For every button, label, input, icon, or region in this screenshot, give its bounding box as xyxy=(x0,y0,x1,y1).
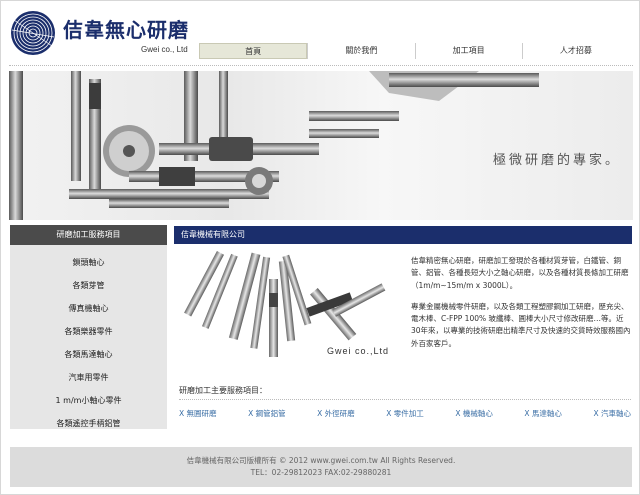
brand-subtitle: Gwei co., Ltd xyxy=(141,45,188,54)
sidebar-item-tubes[interactable]: 各類芽管 xyxy=(10,274,167,297)
footer-copyright: 佶韋機械有限公司版權所有 © 2012 www.gwei.com.tw All … xyxy=(186,456,456,465)
sidebar-item-remote-tubes[interactable]: 各類遙控手柄鋁管 xyxy=(10,412,167,435)
sidebar-list: 鎖頭軸心 各類芽管 傳真機軸心 各類樂器零件 各類馬達軸心 汽車用零件 1 m/… xyxy=(10,245,167,435)
services-title: 研磨加工主要服務項目： xyxy=(179,386,267,395)
intro-paragraph: 佶韋精密無心研磨，研磨加工發現於各種材質芽管，白鐵管、銅管、鋁管、各種長短大小之… xyxy=(411,256,629,290)
sidebar-item-instrument-parts[interactable]: 各類樂器零件 xyxy=(10,320,167,343)
photo-caption: Gwei co.,Ltd xyxy=(327,346,390,356)
nav-services[interactable]: 加工項目 xyxy=(414,43,522,59)
sidebar-item-small-shaft[interactable]: 1 m/m小軸心零件 xyxy=(10,389,167,412)
service-link[interactable]: X 汽車軸心 xyxy=(593,408,631,419)
banner-tagline: 極微研磨的專家。 xyxy=(492,153,621,168)
banner-parts-illustration xyxy=(9,71,539,220)
nav-careers[interactable]: 人才招募 xyxy=(521,43,629,59)
footer: 佶韋機械有限公司版權所有 © 2012 www.gwei.com.tw All … xyxy=(10,447,632,487)
page: 佶韋無心研磨 Gwei co., Ltd 首頁 關於我們 加工項目 人才招募 極… xyxy=(0,0,640,495)
service-link[interactable]: X 無圓研磨 xyxy=(179,408,217,419)
services-divider xyxy=(179,399,631,400)
service-link[interactable]: X 零件加工 xyxy=(386,408,424,419)
sidebar-item-fax-shaft[interactable]: 傳真機軸心 xyxy=(10,297,167,320)
sidebar: 研磨加工服務項目 鎖頭軸心 各類芽管 傳真機軸心 各類樂器零件 各類馬達軸心 汽… xyxy=(10,225,167,429)
company-intro: 佶韋精密無心研磨，研磨加工發現於各種材質芽管，白鐵管、銅管、鋁管、各種長短大小之… xyxy=(411,255,633,359)
nav-about[interactable]: 關於我們 xyxy=(307,43,414,59)
brand-name[interactable]: 佶韋無心研磨 xyxy=(63,14,189,43)
sidebar-item-auto-parts[interactable]: 汽車用零件 xyxy=(10,366,167,389)
header-divider xyxy=(9,65,633,66)
main-nav: 首頁 關於我們 加工項目 人才招募 xyxy=(199,43,629,59)
service-link[interactable]: X 馬達軸心 xyxy=(524,408,562,419)
nav-home[interactable]: 首頁 xyxy=(199,43,308,59)
service-link[interactable]: X 外徑研磨 xyxy=(317,408,355,419)
intro-paragraph: 專業金屬機械零件研磨，以及各類工程塑膠鋼加工研磨，歷充尖、電木棒、C-FPP 1… xyxy=(411,301,631,348)
footer-contact: TEL：02-29812023 FAX:02-29880281 xyxy=(250,468,392,477)
concentric-circle-logo-icon[interactable] xyxy=(10,10,56,56)
hero-banner: 極微研磨的專家。 xyxy=(9,71,633,220)
service-link[interactable]: X 機械軸心 xyxy=(455,408,493,419)
service-link[interactable]: X 鋼管鋁管 xyxy=(248,408,286,419)
main-section-header: 佶韋機械有限公司 xyxy=(174,226,632,244)
services-list: X 無圓研磨 X 鋼管鋁管 X 外徑研磨 X 零件加工 X 機械軸心 X 馬達軸… xyxy=(179,408,631,419)
sidebar-item-motor-shaft[interactable]: 各類馬達軸心 xyxy=(10,343,167,366)
sidebar-title: 研磨加工服務項目 xyxy=(10,225,167,245)
sidebar-item-lock-shaft[interactable]: 鎖頭軸心 xyxy=(10,251,167,274)
